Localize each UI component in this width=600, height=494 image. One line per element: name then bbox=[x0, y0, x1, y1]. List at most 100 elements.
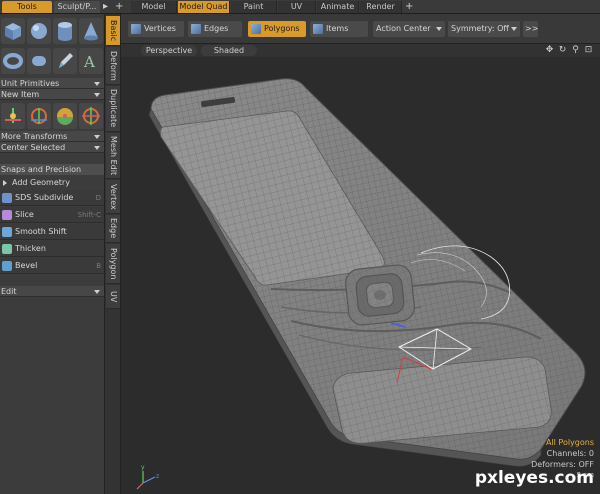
bevel-shortcut: B bbox=[96, 262, 101, 270]
cylinder-icon[interactable] bbox=[53, 18, 77, 44]
sphere-icon[interactable] bbox=[27, 18, 51, 44]
slice-shortcut: Shift-C bbox=[77, 211, 101, 219]
center-selected-label: Center Selected bbox=[1, 143, 66, 152]
svg-text:y: y bbox=[141, 464, 145, 471]
unit-primitives-label: Unit Primitives bbox=[1, 79, 60, 88]
edit-label: Edit bbox=[1, 287, 17, 296]
sds-subdivide-button[interactable]: SDS Subdivide D bbox=[0, 190, 104, 206]
symmetry-label: Symmetry: Off bbox=[451, 24, 509, 33]
symmetry-dropdown[interactable]: Symmetry: Off bbox=[448, 21, 520, 37]
watermark-part1: pxl bbox=[474, 468, 504, 488]
polygons-label: Polygons bbox=[264, 24, 300, 33]
primitive-tools-row bbox=[0, 16, 104, 46]
view-type-button[interactable]: Perspective bbox=[141, 45, 197, 56]
items-mode-button[interactable]: Items bbox=[310, 21, 368, 37]
svg-text:z: z bbox=[156, 473, 159, 480]
watermark-part3: .com bbox=[548, 468, 594, 488]
capsule-icon[interactable] bbox=[27, 48, 51, 74]
edges-mode-button[interactable]: Edges bbox=[188, 21, 242, 37]
action-center-label: Action Center bbox=[376, 24, 431, 33]
bevel-icon bbox=[2, 261, 12, 271]
tab-basic[interactable]: Basic bbox=[106, 16, 120, 46]
bevel-button[interactable]: Bevel B bbox=[0, 258, 104, 274]
sds-subdivide-shortcut: D bbox=[95, 194, 101, 202]
add-layout-tab-icon[interactable]: + bbox=[405, 1, 413, 13]
smooth-shift-label: Smooth Shift bbox=[15, 227, 67, 236]
tab-render[interactable]: Render bbox=[360, 1, 402, 13]
cone-icon[interactable] bbox=[79, 18, 103, 44]
add-geometry-header[interactable]: Add Geometry bbox=[0, 177, 104, 188]
edges-label: Edges bbox=[204, 24, 229, 33]
sds-subdivide-label: SDS Subdivide bbox=[15, 193, 74, 202]
thicken-label: Thicken bbox=[15, 244, 46, 253]
torus-icon[interactable] bbox=[1, 48, 25, 74]
chevron-down-icon bbox=[94, 93, 100, 97]
vertical-tab-strip: Basic Deform Duplicate Mesh Edit Vertex … bbox=[104, 14, 121, 494]
phone-mesh[interactable] bbox=[148, 78, 586, 467]
maximize-icon[interactable]: ⊡ bbox=[583, 45, 594, 56]
left-tab-menu-icon[interactable]: ▸ bbox=[103, 1, 108, 13]
more-options-button[interactable]: >> bbox=[523, 21, 538, 37]
rotate-view-icon[interactable]: ↻ bbox=[557, 45, 568, 56]
more-transforms-dropdown[interactable]: More Transforms bbox=[0, 131, 104, 142]
move-icon[interactable] bbox=[1, 103, 25, 129]
action-center-dropdown[interactable]: Action Center bbox=[373, 21, 445, 37]
unit-primitives-dropdown[interactable]: Unit Primitives bbox=[0, 78, 104, 89]
scene-canvas[interactable]: y z bbox=[121, 57, 600, 494]
snaps-and-precision-button[interactable]: Snaps and Precision bbox=[0, 164, 104, 175]
tab-vertex[interactable]: Vertex bbox=[106, 180, 120, 214]
items-cube-icon bbox=[313, 24, 323, 34]
move-view-icon[interactable]: ✥ bbox=[544, 45, 555, 56]
zoom-view-icon[interactable]: ⚲ bbox=[570, 45, 581, 56]
tab-mesh-edit[interactable]: Mesh Edit bbox=[106, 133, 120, 179]
channels-info: Channels: 0 bbox=[546, 449, 594, 458]
chevron-down-icon bbox=[94, 82, 100, 86]
thicken-button[interactable]: Thicken bbox=[0, 241, 104, 257]
smooth-shift-button[interactable]: Smooth Shift bbox=[0, 224, 104, 240]
polygons-cube-icon bbox=[251, 24, 261, 34]
transform-icon[interactable] bbox=[79, 103, 103, 129]
chevron-down-icon bbox=[511, 27, 517, 31]
tab-deform[interactable]: Deform bbox=[106, 47, 120, 85]
tab-animate[interactable]: Animate bbox=[317, 1, 359, 13]
vertices-label: Vertices bbox=[144, 24, 176, 33]
tab-tools[interactable]: Tools bbox=[2, 1, 52, 13]
component-mode-bar: Vertices Edges Polygons Items Action Cen… bbox=[121, 14, 600, 44]
center-selected-dropdown[interactable]: Center Selected bbox=[0, 142, 104, 153]
tool-panel: A Unit Primitives New Item More Transfor… bbox=[0, 14, 104, 494]
tab-polygon[interactable]: Polygon bbox=[106, 244, 120, 284]
watermark-logo: pxleyes.com bbox=[475, 468, 594, 488]
shading-mode-button[interactable]: Shaded bbox=[201, 45, 257, 56]
slice-button[interactable]: Slice Shift-C bbox=[0, 207, 104, 223]
cube-icon[interactable] bbox=[1, 18, 25, 44]
chevron-down-icon bbox=[94, 146, 100, 150]
collapse-arrow-icon bbox=[3, 180, 7, 186]
tab-uv[interactable]: UV bbox=[278, 1, 316, 13]
tab-model-quad[interactable]: Model Quad bbox=[178, 1, 230, 13]
chevron-down-icon bbox=[94, 135, 100, 139]
add-left-tab-icon[interactable]: + bbox=[115, 1, 123, 13]
slice-icon bbox=[2, 210, 12, 220]
axis-indicator: y z bbox=[136, 464, 159, 490]
viewport-header: Perspective Shaded ✥ ↻ ⚲ ⊡ bbox=[121, 44, 600, 57]
chevron-down-icon bbox=[436, 27, 442, 31]
polygons-mode-button[interactable]: Polygons bbox=[248, 21, 306, 37]
tab-edge[interactable]: Edge bbox=[106, 215, 120, 243]
svg-text:A: A bbox=[83, 53, 95, 71]
tab-duplicate[interactable]: Duplicate bbox=[106, 86, 120, 132]
vertices-mode-button[interactable]: Vertices bbox=[128, 21, 184, 37]
new-item-dropdown[interactable]: New Item bbox=[0, 89, 104, 100]
text-icon[interactable]: A bbox=[79, 48, 103, 74]
pen-icon[interactable] bbox=[53, 48, 77, 74]
slice-label: Slice bbox=[15, 210, 34, 219]
subdivide-icon bbox=[2, 193, 12, 203]
3d-viewport[interactable]: Perspective Shaded ✥ ↻ ⚲ ⊡ y z All Polyg… bbox=[121, 44, 600, 494]
edit-dropdown[interactable]: Edit bbox=[0, 286, 104, 297]
tab-paint[interactable]: Paint bbox=[231, 1, 277, 13]
tab-uv-tools[interactable]: UV bbox=[106, 285, 120, 309]
scale-icon[interactable] bbox=[53, 103, 77, 129]
shape-tools-row: A bbox=[0, 46, 104, 76]
rotate-icon[interactable] bbox=[27, 103, 51, 129]
tab-sculpt-paint[interactable]: Sculpt/P... bbox=[54, 1, 100, 13]
tab-model[interactable]: Model bbox=[131, 1, 177, 13]
